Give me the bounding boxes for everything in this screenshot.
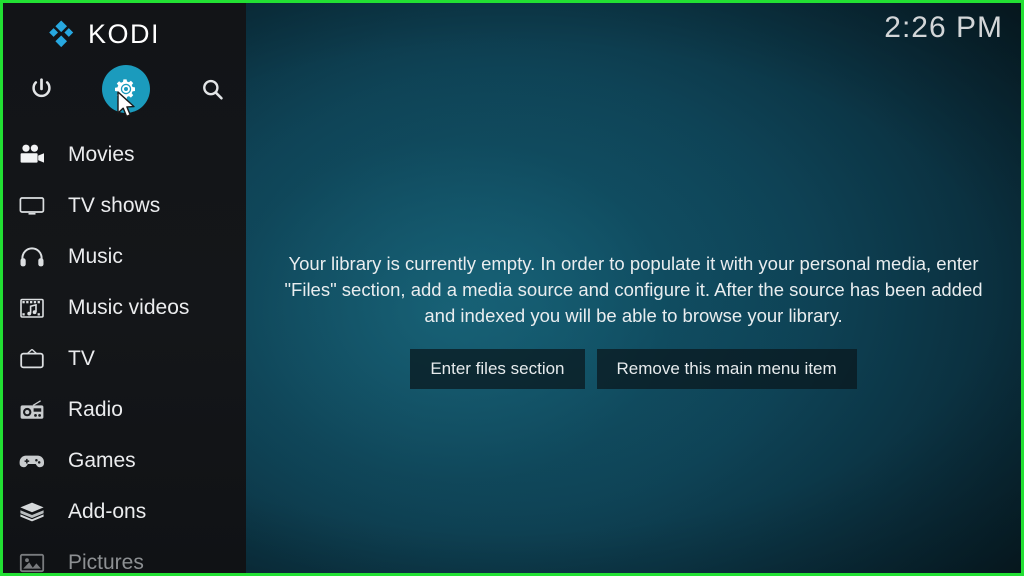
sidebar-item-label: Movies [68,142,135,166]
monitor-icon [15,192,49,220]
kodi-window: 2:26 PM KODI Movies TV shows Music Music… [0,0,1024,576]
headphones-icon [15,243,49,271]
sidebar-item-label: Add-ons [68,499,147,523]
sidebar-item-label: TV shows [68,193,161,217]
sidebar-item-pictures[interactable]: Pictures [3,537,246,574]
sidebar-item-games[interactable]: Games [3,435,246,486]
action-buttons: Enter files section Remove this main men… [410,349,857,389]
sidebar-item-add-ons[interactable]: Add-ons [3,486,246,537]
gear-icon [115,79,135,100]
sidebar-item-label: Music videos [68,295,190,319]
power-icon [31,77,51,97]
movie-camera-icon [15,141,49,169]
sidebar-item-tv-shows[interactable]: TV shows [3,180,246,231]
clock: 2:26 PM [884,11,1003,44]
sidebar-item-label: Pictures [68,550,144,574]
search-icon [202,79,223,100]
sidebar-item-music[interactable]: Music [3,231,246,282]
remove-main-menu-item-button[interactable]: Remove this main menu item [596,349,857,389]
picture-icon [15,549,49,574]
film-note-icon [15,294,49,322]
empty-library-message: Your library is currently empty. In orde… [284,253,983,326]
main-content: Your library is currently empty. In orde… [246,3,1021,573]
toolbar [3,65,246,115]
radio-icon [15,396,49,424]
kodi-logo-icon [47,19,77,49]
power-button[interactable] [17,65,65,113]
main-menu: Movies TV shows Music Music videos TV Ra… [3,129,246,574]
sidebar-item-tv[interactable]: TV [3,333,246,384]
sidebar-item-label: TV [68,346,95,370]
search-button[interactable] [188,65,236,113]
sidebar-item-label: Radio [68,397,123,421]
enter-files-section-button[interactable]: Enter files section [410,349,585,389]
sidebar-item-label: Music [68,244,123,268]
sidebar-item-label: Games [68,448,136,472]
sidebar-item-radio[interactable]: Radio [3,384,246,435]
sidebar-item-movies[interactable]: Movies [3,129,246,180]
app-logo: KODI [3,13,246,55]
settings-button[interactable] [102,65,150,113]
television-icon [15,345,49,373]
sidebar: KODI Movies TV shows Music Music videos … [3,3,246,573]
gamepad-icon [15,447,49,475]
app-title: KODI [88,18,161,49]
sidebar-item-music-videos[interactable]: Music videos [3,282,246,333]
addon-box-icon [15,498,49,526]
